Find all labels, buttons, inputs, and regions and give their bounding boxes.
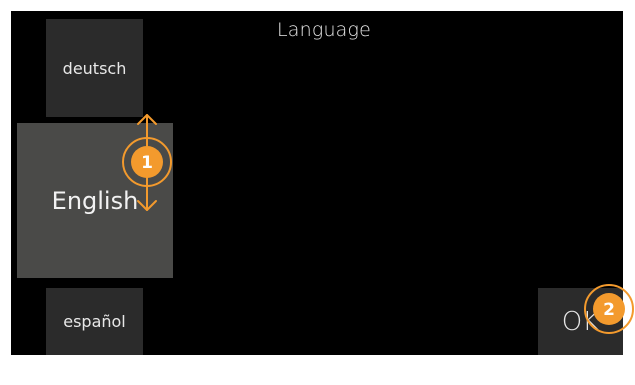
language-option-label: español xyxy=(63,312,126,331)
language-option-label: deutsch xyxy=(62,58,127,78)
language-option-label: English xyxy=(51,186,139,215)
language-screen: Language deutsch English español OK xyxy=(11,11,623,355)
ok-button-label: OK xyxy=(561,306,600,337)
ok-button[interactable]: OK xyxy=(538,288,623,355)
language-option-english-selected[interactable]: English xyxy=(17,123,173,278)
language-option-espanol[interactable]: español xyxy=(46,288,143,355)
language-option-deutsch[interactable]: deutsch xyxy=(46,19,143,117)
